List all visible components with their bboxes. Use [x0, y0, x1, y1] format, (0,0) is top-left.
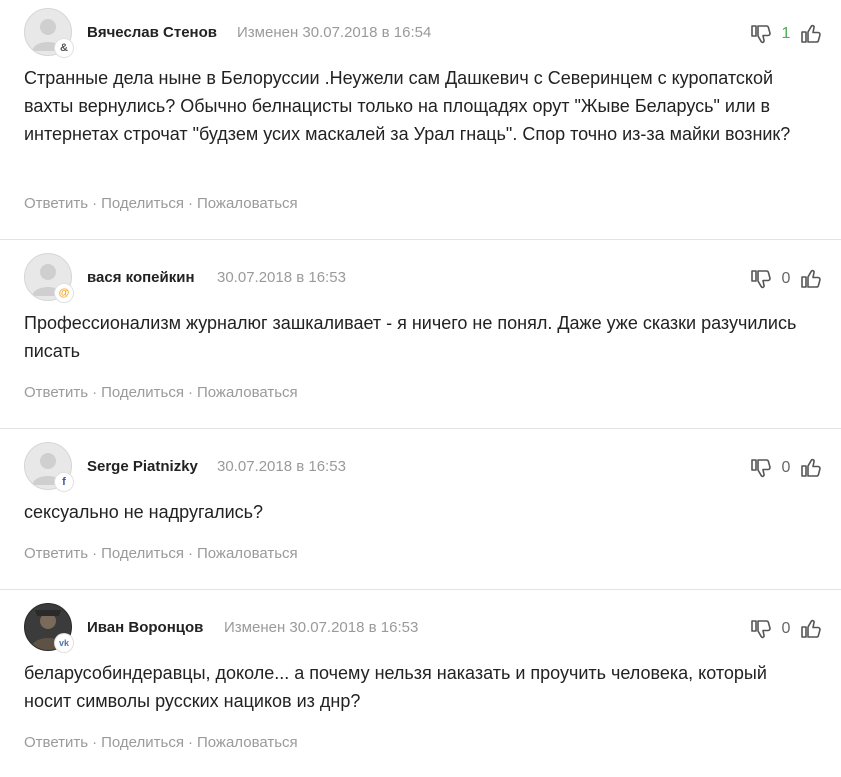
comment-author[interactable]: Вячеслав Стенов — [87, 24, 217, 41]
separator: · — [92, 195, 98, 212]
share-link[interactable]: Поделиться — [101, 734, 184, 751]
comment-author[interactable]: вася копейкин — [87, 269, 195, 286]
comment-author[interactable]: Serge Piatnizky — [87, 458, 198, 475]
report-link[interactable]: Пожаловаться — [197, 545, 298, 562]
report-link[interactable]: Пожаловаться — [197, 384, 298, 401]
vote-controls: 0 — [749, 617, 823, 641]
comment-text: сексуально не надругались? — [24, 502, 264, 522]
comment-actions: Ответить · Поделиться · Пожаловаться — [24, 545, 298, 562]
share-link[interactable]: Поделиться — [101, 384, 184, 401]
share-link[interactable]: Поделиться — [101, 195, 184, 212]
separator: · — [92, 384, 98, 401]
thumbs-down-icon[interactable] — [749, 617, 773, 641]
reply-link[interactable]: Ответить — [24, 545, 88, 562]
thumbs-up-icon[interactable] — [799, 456, 823, 480]
email-icon: @ — [55, 284, 73, 302]
vote-controls: 0 — [749, 267, 823, 291]
comment-actions: Ответить · Поделиться · Пожаловаться — [24, 195, 298, 212]
thumbs-up-icon[interactable] — [799, 267, 823, 291]
vote-count: 0 — [781, 459, 791, 476]
comment-item: f Serge Piatnizky 30.07.2018 в 16:53 0 с… — [0, 429, 841, 590]
separator: · — [92, 545, 98, 562]
report-link[interactable]: Пожаловаться — [197, 195, 298, 212]
comment-actions: Ответить · Поделиться · Пожаловаться — [24, 734, 298, 751]
separator: · — [187, 545, 193, 562]
comment-item: & Вячеслав Стенов Изменен 30.07.2018 в 1… — [0, 0, 841, 240]
reply-link[interactable]: Ответить — [24, 384, 88, 401]
facebook-icon: f — [55, 473, 73, 491]
link-icon: & — [55, 39, 73, 57]
separator: · — [187, 734, 193, 751]
separator: · — [187, 384, 193, 401]
vote-count: 1 — [781, 25, 791, 42]
comment-actions: Ответить · Поделиться · Пожаловаться — [24, 384, 298, 401]
comment-item: vk Иван Воронцов Изменен 30.07.2018 в 16… — [0, 590, 841, 777]
comment-timestamp: Изменен 30.07.2018 в 16:53 — [224, 619, 419, 636]
comment-text: Профессионализм журналюг зашкаливает - я… — [24, 313, 797, 361]
reply-link[interactable]: Ответить — [24, 195, 88, 212]
share-link[interactable]: Поделиться — [101, 545, 184, 562]
thumbs-up-icon[interactable] — [799, 617, 823, 641]
comment-timestamp: 30.07.2018 в 16:53 — [217, 269, 346, 286]
comment-item: @ вася копейкин 30.07.2018 в 16:53 0 Про… — [0, 240, 841, 429]
vote-count: 0 — [781, 620, 791, 637]
reply-link[interactable]: Ответить — [24, 734, 88, 751]
report-link[interactable]: Пожаловаться — [197, 734, 298, 751]
separator: · — [187, 195, 193, 212]
vote-controls: 1 — [749, 22, 823, 46]
thumbs-up-icon[interactable] — [799, 22, 823, 46]
thumbs-down-icon[interactable] — [749, 22, 773, 46]
vote-count: 0 — [781, 270, 791, 287]
comment-text: Странные дела ныне в Белоруссии .Неужели… — [24, 68, 791, 144]
comment-timestamp: 30.07.2018 в 16:53 — [217, 458, 346, 475]
comment-text: беларусобиндеравцы, доколе... а почему н… — [24, 663, 767, 711]
thumbs-down-icon[interactable] — [749, 456, 773, 480]
comment-timestamp: Изменен 30.07.2018 в 16:54 — [237, 24, 432, 41]
thumbs-down-icon[interactable] — [749, 267, 773, 291]
separator: · — [92, 734, 98, 751]
vk-icon: vk — [55, 634, 73, 652]
vote-controls: 0 — [749, 456, 823, 480]
comment-author[interactable]: Иван Воронцов — [87, 619, 203, 636]
